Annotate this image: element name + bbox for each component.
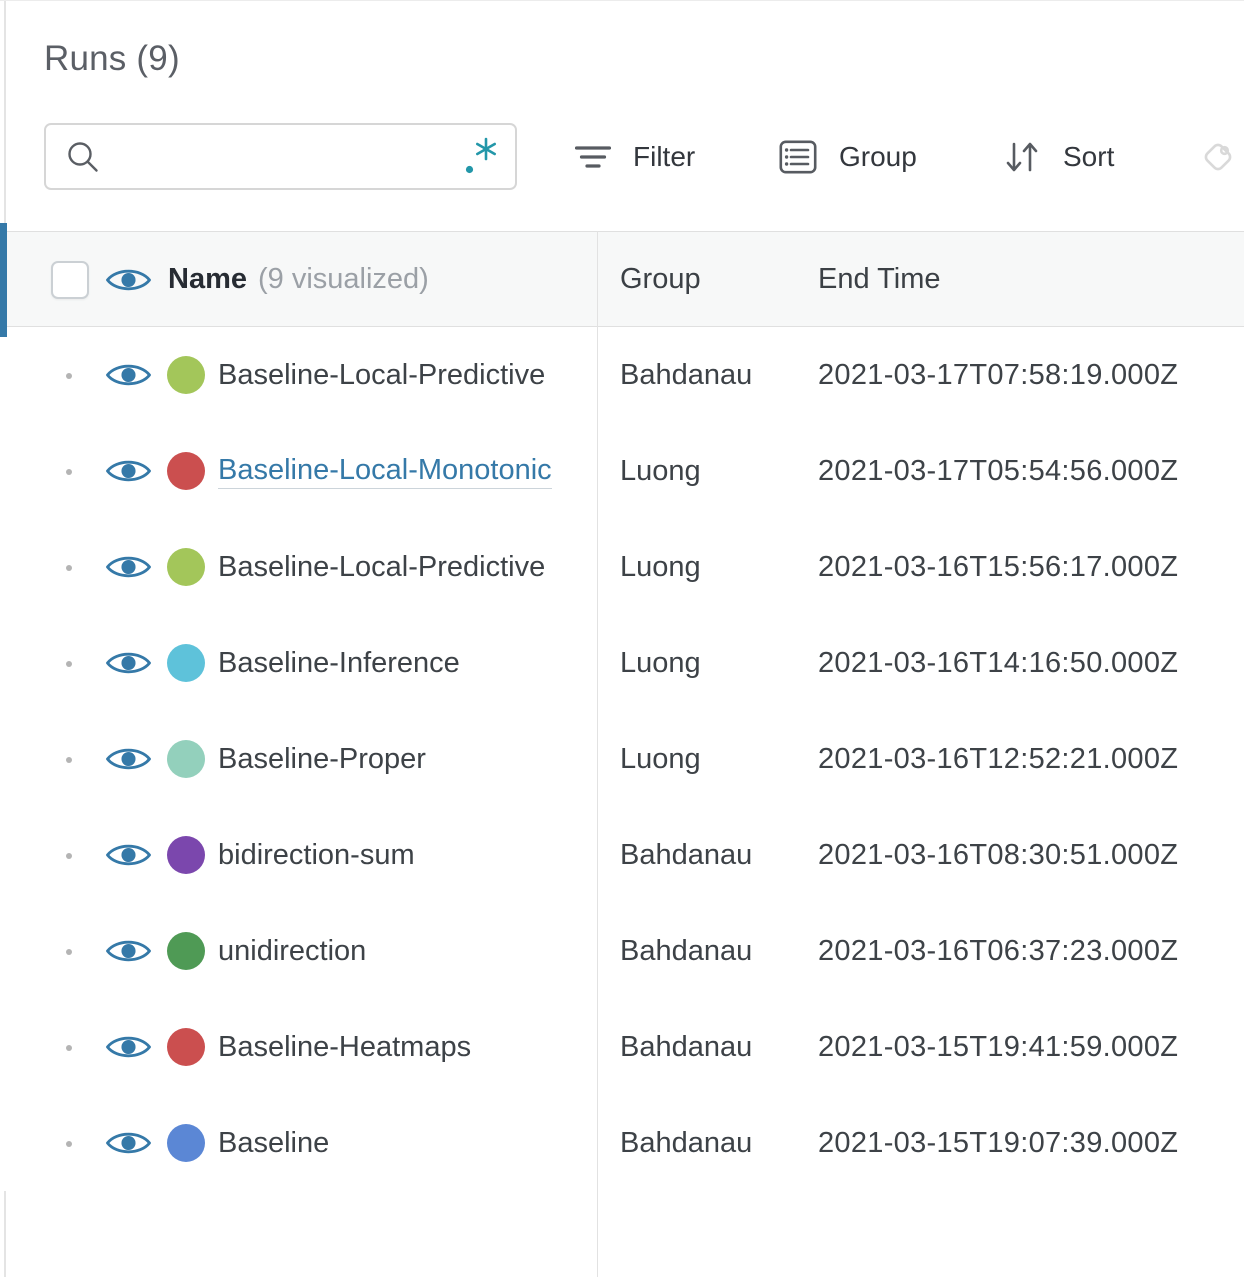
table-row[interactable]: unidirection Bahdanau 2021-03-16T06:37:2… xyxy=(0,903,1244,999)
table-row[interactable]: Baseline-Heatmaps Bahdanau 2021-03-15T19… xyxy=(0,999,1244,1095)
drag-handle[interactable] xyxy=(66,373,72,379)
select-all-checkbox[interactable] xyxy=(51,261,89,299)
run-end-time-cell: 2021-03-16T06:37:23.000Z xyxy=(818,934,1179,967)
sort-button-label: Sort xyxy=(1063,141,1115,172)
drag-handle[interactable] xyxy=(66,1141,72,1147)
header-accent-bar xyxy=(0,223,7,337)
run-name-cell: bidirection-sum xyxy=(218,807,596,903)
run-end-time-cell: 2021-03-16T14:16:50.000Z xyxy=(818,646,1179,679)
name-column-divider[interactable] xyxy=(597,231,598,1277)
run-color-dot xyxy=(167,1028,205,1066)
run-name-link[interactable]: Baseline-Local-Monotonic xyxy=(218,454,552,489)
sort-icon xyxy=(1003,139,1041,175)
visibility-eye-icon[interactable] xyxy=(106,744,151,774)
run-name-link[interactable]: unidirection xyxy=(218,935,366,968)
run-name-link[interactable]: Baseline-Local-Predictive xyxy=(218,551,545,584)
run-group-cell: Bahdanau xyxy=(620,838,753,871)
run-name-link[interactable]: Baseline xyxy=(218,1127,329,1160)
run-color-dot xyxy=(167,1124,205,1162)
filter-button-label: Filter xyxy=(633,141,696,172)
run-search-box[interactable] xyxy=(44,123,517,190)
column-header-name[interactable]: Name xyxy=(168,263,247,296)
search-input[interactable] xyxy=(102,125,463,188)
column-header-group[interactable]: Group xyxy=(620,232,701,326)
group-button[interactable]: Group xyxy=(779,129,917,185)
run-end-time-cell: 2021-03-16T12:52:21.000Z xyxy=(818,742,1179,775)
run-end-time-cell: 2021-03-15T19:41:59.000Z xyxy=(818,1030,1179,1063)
table-header-row: Name (9 visualized) Group End Time xyxy=(0,231,1244,558)
visibility-eye-icon[interactable] xyxy=(106,1032,151,1062)
tag-icon xyxy=(1195,134,1241,180)
run-color-dot xyxy=(167,836,205,874)
run-color-dot xyxy=(167,452,205,490)
runs-table-body: Baseline-Local-Predictive Bahdanau 2021-… xyxy=(0,327,1244,1191)
run-color-dot xyxy=(167,356,205,394)
search-icon xyxy=(64,138,102,176)
run-group-cell: Bahdanau xyxy=(620,1030,753,1063)
run-end-time-cell: 2021-03-17T07:58:19.000Z xyxy=(818,358,1179,391)
table-row[interactable]: Baseline-Local-Monotonic Luong 2021-03-1… xyxy=(0,423,1244,519)
visibility-all-eye-icon[interactable] xyxy=(106,265,151,295)
table-row[interactable]: bidirection-sum Bahdanau 2021-03-16T08:3… xyxy=(0,807,1244,903)
run-group-cell: Luong xyxy=(620,646,701,679)
run-group-cell: Luong xyxy=(620,550,701,583)
run-end-time-cell: 2021-03-17T05:54:56.000Z xyxy=(818,454,1179,487)
run-name-link[interactable]: Baseline-Local-Predictive xyxy=(218,359,545,392)
column-header-end-time[interactable]: End Time xyxy=(818,232,941,326)
drag-handle[interactable] xyxy=(66,949,72,955)
table-row[interactable]: Baseline-Local-Predictive Luong 2021-03-… xyxy=(0,519,1244,615)
visibility-eye-icon[interactable] xyxy=(106,456,151,486)
drag-handle[interactable] xyxy=(66,661,72,667)
regex-toggle-icon[interactable] xyxy=(463,136,499,178)
run-name-link[interactable]: Baseline-Inference xyxy=(218,647,460,680)
visibility-eye-icon[interactable] xyxy=(106,648,151,678)
table-row[interactable]: Baseline Bahdanau 2021-03-15T19:07:39.00… xyxy=(0,1095,1244,1191)
run-name-link[interactable]: Baseline-Heatmaps xyxy=(218,1031,471,1064)
run-group-cell: Bahdanau xyxy=(620,934,753,967)
table-row[interactable]: Baseline-Inference Luong 2021-03-16T14:1… xyxy=(0,615,1244,711)
run-name-cell: Baseline-Local-Monotonic xyxy=(218,423,596,519)
run-color-dot xyxy=(167,740,205,778)
run-name-cell: unidirection xyxy=(218,903,596,999)
page-title: Runs (9) xyxy=(44,39,180,78)
visibility-eye-icon[interactable] xyxy=(106,360,151,390)
runs-panel: Runs (9) Filter Group Sort Name (9 visua… xyxy=(0,0,1244,1277)
drag-handle[interactable] xyxy=(66,1045,72,1051)
visualized-count-note: (9 visualized) xyxy=(258,262,429,295)
table-row[interactable]: Baseline-Local-Predictive Bahdanau 2021-… xyxy=(0,327,1244,423)
run-name-cell: Baseline xyxy=(218,1095,596,1191)
drag-handle[interactable] xyxy=(66,469,72,475)
run-name-cell: Baseline-Proper xyxy=(218,711,596,807)
run-color-dot xyxy=(167,644,205,682)
run-group-cell: Luong xyxy=(620,742,701,775)
group-button-label: Group xyxy=(839,141,917,172)
visibility-eye-icon[interactable] xyxy=(106,936,151,966)
run-group-cell: Bahdanau xyxy=(620,358,753,391)
run-end-time-cell: 2021-03-16T08:30:51.000Z xyxy=(818,838,1179,871)
run-end-time-cell: 2021-03-16T15:56:17.000Z xyxy=(818,550,1179,583)
visibility-eye-icon[interactable] xyxy=(106,1128,151,1158)
filter-icon xyxy=(575,143,611,171)
drag-handle[interactable] xyxy=(66,757,72,763)
tag-icon-button[interactable] xyxy=(1195,134,1241,180)
drag-handle[interactable] xyxy=(66,853,72,859)
run-name-link[interactable]: bidirection-sum xyxy=(218,839,415,872)
run-color-dot xyxy=(167,548,205,586)
table-row[interactable]: Baseline-Proper Luong 2021-03-16T12:52:2… xyxy=(0,711,1244,807)
run-group-cell: Bahdanau xyxy=(620,1126,753,1159)
run-group-cell: Luong xyxy=(620,454,701,487)
run-name-link[interactable]: Baseline-Proper xyxy=(218,743,426,776)
group-icon xyxy=(779,140,817,174)
visibility-eye-icon[interactable] xyxy=(106,840,151,870)
run-end-time-cell: 2021-03-15T19:07:39.000Z xyxy=(818,1126,1179,1159)
run-name-cell: Baseline-Local-Predictive xyxy=(218,519,596,615)
drag-handle[interactable] xyxy=(66,565,72,571)
run-color-dot xyxy=(167,932,205,970)
run-name-cell: Baseline-Local-Predictive xyxy=(218,327,596,423)
visibility-eye-icon[interactable] xyxy=(106,552,151,582)
run-name-cell: Baseline-Inference xyxy=(218,615,596,711)
sort-button[interactable]: Sort xyxy=(1003,129,1114,185)
filter-button[interactable]: Filter xyxy=(575,129,695,185)
run-name-cell: Baseline-Heatmaps xyxy=(218,999,596,1095)
